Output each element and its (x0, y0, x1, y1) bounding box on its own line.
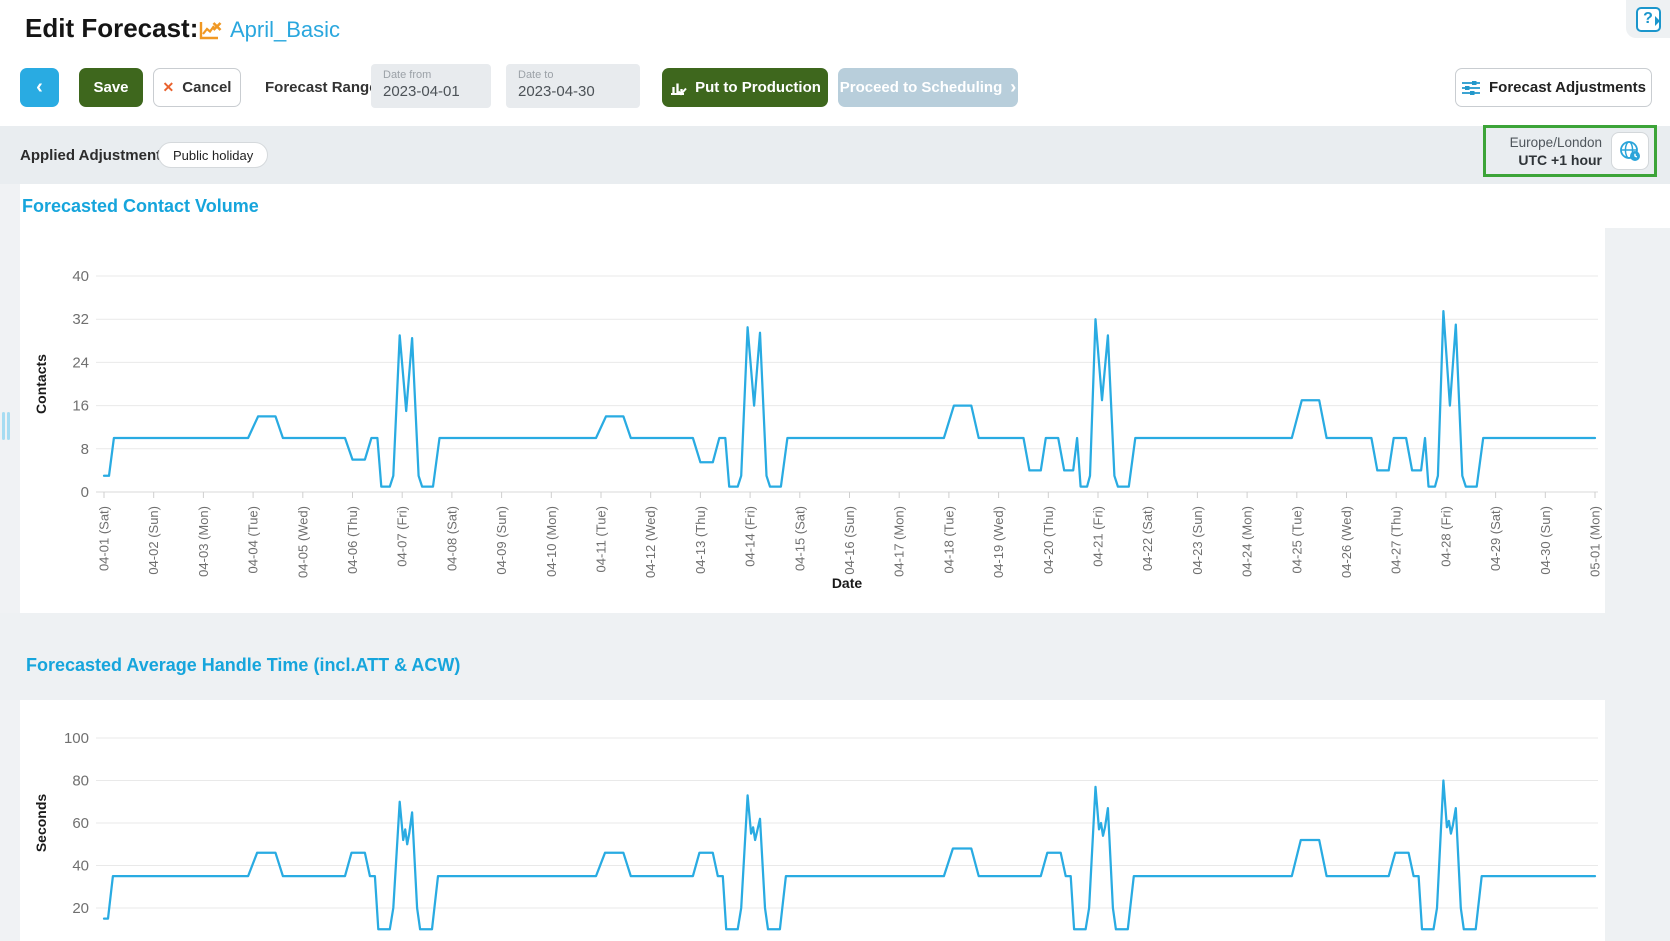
timezone-region: Europe/London (1510, 134, 1602, 151)
applied-adjustments-label: Applied Adjustments: (20, 126, 174, 184)
y-tick-label: 20 (72, 900, 89, 917)
date-to-field[interactable]: Date to 2023-04-30 (506, 64, 640, 108)
timezone-selector: Europe/London UTC +1 hour (1483, 125, 1657, 177)
x-tick-label: 04-24 (Mon) (1240, 506, 1255, 577)
x-tick-label: 04-19 (Wed) (991, 506, 1006, 578)
x-tick-label: 04-22 (Sat) (1140, 506, 1155, 571)
forecast-range-label: Forecast Range: (265, 68, 383, 107)
put-to-production-label: Put to Production (695, 79, 821, 96)
x-tick-label: 04-03 (Mon) (196, 506, 211, 577)
cancel-button-label: Cancel (182, 79, 231, 96)
y-tick-label: 8 (81, 441, 89, 458)
x-tick-label: 04-11 (Tue) (594, 506, 609, 572)
x-tick-label: 04-28 (Fri) (1438, 506, 1453, 567)
forecast-adjustments-button[interactable]: Forecast Adjustments (1455, 68, 1652, 107)
globe-clock-icon (1618, 139, 1642, 163)
x-tick-label: 04-09 (Sun) (494, 506, 509, 575)
y-axis-title: Seconds (33, 794, 49, 853)
y-tick-label: 60 (72, 815, 89, 832)
forecast-chart-icon (199, 21, 223, 41)
x-tick-label: 04-18 (Tue) (941, 506, 956, 573)
x-tick-label: 04-06 (Thu) (345, 506, 360, 574)
forecast-line-series (104, 781, 1595, 930)
x-tick-label: 04-21 (Fri) (1091, 506, 1106, 567)
save-button[interactable]: Save (79, 68, 143, 107)
x-tick-label: 04-02 (Sun) (146, 506, 161, 575)
y-tick-label: 40 (72, 858, 89, 875)
collapsed-side-panel (0, 184, 20, 941)
x-tick-label: 04-01 (Sat) (97, 506, 112, 571)
page-title: Edit Forecast: (25, 13, 198, 44)
x-tick-label: 04-07 (Fri) (395, 506, 410, 567)
x-tick-label: 04-13 (Thu) (693, 506, 708, 574)
y-tick-label: 16 (72, 398, 89, 415)
x-tick-label: 04-08 (Sat) (444, 506, 459, 571)
y-tick-label: 40 (72, 268, 89, 285)
edit-forecast-page: Edit Forecast: April_Basic ? ‹ Save ✕ Ca… (0, 0, 1670, 941)
contact-volume-chart-card: 0 8 16 24 32 40 04-01 (Sat) 04-02 (Sun) 04-03 (M… (21, 228, 1605, 613)
y-tick-label: 24 (72, 354, 89, 371)
x-tick-label: 04-16 (Sun) (842, 506, 857, 575)
y-axis-title: Contacts (33, 354, 49, 414)
timezone-globe-button[interactable] (1611, 132, 1649, 170)
x-tick-label: 04-10 (Mon) (544, 506, 559, 577)
back-button[interactable]: ‹ (20, 68, 59, 107)
y-tick-label: 80 (72, 773, 89, 790)
applied-adjustments-bar: Applied Adjustments: Public holiday Euro… (0, 126, 1670, 184)
chevron-left-icon: ‹ (36, 76, 43, 99)
aht-chart-title: Forecasted Average Handle Time (incl.ATT… (26, 655, 460, 676)
timezone-text: Europe/London UTC +1 hour (1510, 134, 1602, 169)
date-from-label: Date from (383, 69, 479, 82)
forecast-adjustments-label: Forecast Adjustments (1489, 79, 1646, 96)
adjustment-chip-public-holiday[interactable]: Public holiday (158, 142, 268, 168)
x-tick-label: 04-27 (Thu) (1389, 506, 1404, 574)
timezone-offset: UTC +1 hour (1510, 151, 1602, 169)
y-tick-label: 100 (64, 730, 89, 747)
sliders-icon (1461, 79, 1481, 97)
x-axis-title: Date (832, 575, 863, 591)
put-to-production-button[interactable]: Put to Production (662, 68, 828, 107)
x-tick-label: 04-26 (Wed) (1339, 506, 1354, 578)
x-tick-label: 04-12 (Wed) (643, 506, 658, 578)
help-corner-panel: ? (1626, 0, 1670, 38)
x-tick-label: 05-01 (Mon) (1588, 506, 1603, 577)
help-icon[interactable]: ? (1636, 7, 1661, 32)
x-tick-label: 04-05 (Wed) (295, 506, 310, 578)
x-tick-label: 04-20 (Thu) (1041, 506, 1056, 574)
chevron-right-icon: › (1010, 77, 1016, 98)
x-tick-label: 04-14 (Fri) (743, 506, 758, 567)
x-tick-label: 04-23 (Sun) (1190, 506, 1205, 575)
close-x-icon: ✕ (163, 79, 175, 96)
right-gutter (1605, 228, 1670, 941)
aht-chart-card: 20 40 60 80 100 Seconds (21, 700, 1605, 941)
x-tick-label: 04-25 (Tue) (1289, 506, 1304, 573)
contact-volume-line-chart: 0 8 16 24 32 40 04-01 (Sat) 04-02 (Sun) 04-03 (M… (21, 228, 1605, 613)
panel-resize-handle[interactable] (2, 412, 12, 440)
aht-line-chart: 20 40 60 80 100 Seconds (21, 700, 1605, 941)
y-tick-label: 32 (72, 311, 89, 328)
x-tick-label: 04-30 (Sun) (1538, 506, 1553, 575)
proceed-label: Proceed to Scheduling (840, 79, 1003, 96)
date-from-field[interactable]: Date from 2023-04-01 (371, 64, 491, 108)
date-from-value: 2023-04-01 (383, 82, 479, 101)
proceed-to-scheduling-button[interactable]: Proceed to Scheduling › (838, 68, 1018, 107)
forecast-name-link[interactable]: April_Basic (230, 17, 340, 43)
x-tick-label: 04-29 (Sat) (1488, 506, 1503, 571)
x-tick-label: 04-04 (Tue) (246, 506, 261, 573)
cancel-button[interactable]: ✕ Cancel (153, 68, 241, 107)
x-tick-label: 04-17 (Mon) (892, 506, 907, 577)
date-to-value: 2023-04-30 (518, 82, 628, 101)
y-tick-label: 0 (81, 484, 89, 501)
date-to-label: Date to (518, 69, 628, 82)
production-chart-icon (669, 79, 687, 97)
x-tick-label: 04-15 (Sat) (792, 506, 807, 571)
contact-volume-chart-title: Forecasted Contact Volume (22, 196, 259, 217)
forecast-line-series (104, 311, 1595, 487)
